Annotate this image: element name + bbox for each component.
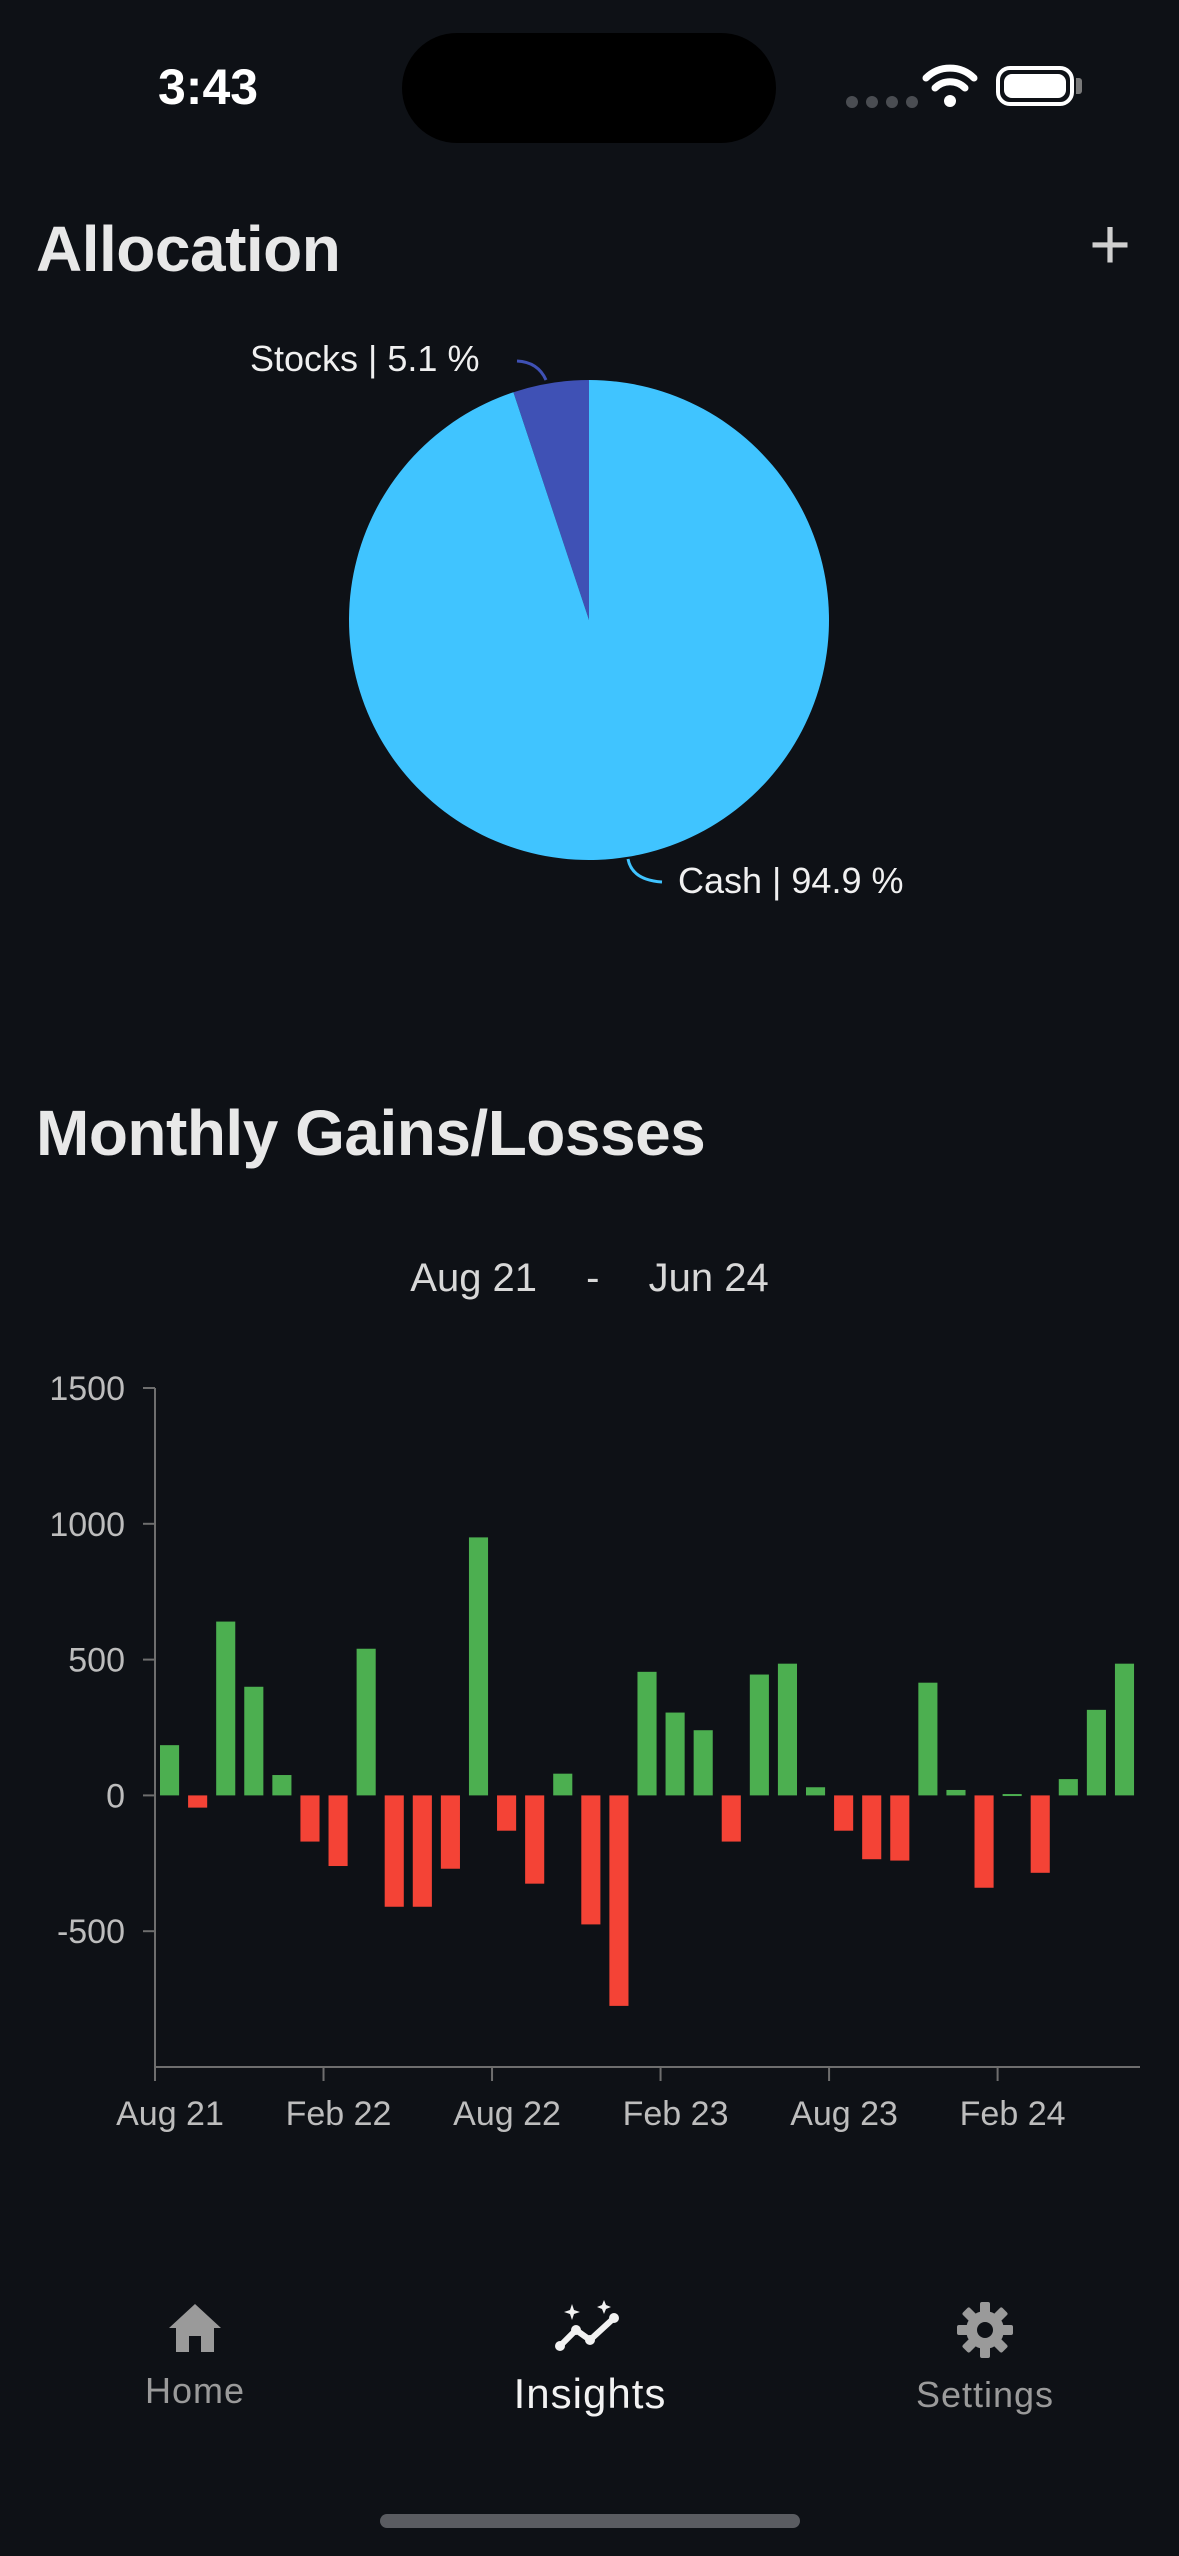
- bar-oct-23[interactable]: [890, 1795, 910, 1861]
- range-start[interactable]: Aug 21: [410, 1256, 537, 1301]
- bar-mar-24[interactable]: [1030, 1795, 1050, 1873]
- add-button[interactable]: +: [1080, 209, 1140, 282]
- bar-mar-23[interactable]: [693, 1730, 713, 1796]
- tab-settings-label: Settings: [915, 2374, 1055, 2415]
- bar-jan-23[interactable]: [637, 1671, 657, 1796]
- tab-home[interactable]: Home: [120, 2300, 270, 2412]
- monthly-gains-title: Monthly Gains/Losses: [36, 1097, 706, 1169]
- bar-sep-21[interactable]: [188, 1795, 208, 1808]
- bar-nov-21[interactable]: [244, 1686, 264, 1796]
- y-tick-label: 1500: [49, 1370, 125, 1408]
- bar-may-23[interactable]: [749, 1674, 769, 1796]
- bar-may-24[interactable]: [1086, 1709, 1106, 1796]
- battery-tip: [1076, 78, 1082, 94]
- bar-apr-24[interactable]: [1058, 1779, 1078, 1796]
- bar-nov-22[interactable]: [581, 1795, 601, 1925]
- bar-apr-23[interactable]: [721, 1795, 741, 1842]
- x-tick-label: Aug 21: [116, 2095, 224, 2133]
- x-tick-label: Aug 23: [790, 2095, 898, 2133]
- bar-jun-23[interactable]: [777, 1663, 798, 1796]
- cash-slice-label: Cash | 94.9 %: [678, 860, 904, 901]
- bar-oct-22[interactable]: [553, 1773, 573, 1796]
- bar-sep-23[interactable]: [862, 1795, 882, 1860]
- bar-aug-22[interactable]: [497, 1795, 517, 1831]
- bar-feb-22[interactable]: [328, 1795, 348, 1867]
- bar-jun-24[interactable]: [1114, 1663, 1135, 1796]
- y-tick-label: -500: [57, 1913, 125, 1951]
- cellular-signal-icon: [846, 96, 918, 108]
- bar-oct-21[interactable]: [216, 1621, 236, 1796]
- bar-mar-22[interactable]: [356, 1648, 376, 1796]
- bar-aug-21[interactable]: [160, 1745, 180, 1796]
- x-tick-label: Feb 24: [960, 2095, 1066, 2133]
- cash-leader-line: [626, 858, 663, 884]
- insights-icon: [555, 2300, 619, 2351]
- pie-slice-cash[interactable]: [349, 380, 830, 861]
- tab-insights[interactable]: Insights: [480, 2300, 700, 2418]
- home-icon: [169, 2304, 221, 2352]
- y-tick-label: 1000: [49, 1506, 125, 1544]
- bar-dec-21[interactable]: [272, 1775, 292, 1796]
- battery-icon: [996, 66, 1074, 106]
- date-range-selector[interactable]: Aug 21 - Jun 24: [0, 1256, 1179, 1301]
- bar-jan-24[interactable]: [974, 1795, 994, 1888]
- range-end[interactable]: Jun 24: [649, 1256, 769, 1301]
- y-tick-label: 0: [106, 1777, 125, 1815]
- bar-aug-23[interactable]: [834, 1795, 854, 1831]
- bar-feb-24[interactable]: [1002, 1794, 1022, 1797]
- monthly-gains-bar-chart: 1500 1000 500 0 -500 Aug 21 Feb 22 Aug 22 Feb 23…: [49, 1370, 1140, 2133]
- status-time: 3:43: [158, 59, 259, 115]
- gear-icon: [957, 2302, 1013, 2358]
- wifi-icon: [922, 64, 978, 107]
- allocation-pie-chart: [349, 359, 830, 884]
- bar-feb-23[interactable]: [665, 1712, 685, 1796]
- bar-jul-22[interactable]: [468, 1537, 489, 1796]
- bar-nov-23[interactable]: [918, 1682, 938, 1796]
- dynamic-island: [402, 33, 776, 143]
- bar-sep-22[interactable]: [525, 1795, 545, 1884]
- tab-settings[interactable]: Settings: [890, 2300, 1080, 2416]
- bar-apr-22[interactable]: [384, 1795, 404, 1907]
- stocks-leader-line: [516, 359, 548, 381]
- range-separator: -: [586, 1256, 600, 1300]
- x-tick-label: Feb 22: [286, 2095, 392, 2133]
- x-tick-label: Feb 23: [623, 2095, 729, 2133]
- home-indicator: [380, 2514, 800, 2528]
- tab-insights-label: Insights: [513, 2370, 667, 2417]
- bar-may-22[interactable]: [412, 1795, 432, 1907]
- bar-dec-23[interactable]: [946, 1789, 966, 1796]
- stocks-slice-label: Stocks | 5.1 %: [250, 338, 480, 379]
- y-tick-label: 500: [68, 1642, 125, 1680]
- bar-jul-23[interactable]: [805, 1787, 826, 1796]
- bar-dec-22[interactable]: [609, 1795, 629, 2006]
- bar-jan-22[interactable]: [300, 1795, 320, 1842]
- allocation-title: Allocation: [36, 213, 341, 285]
- x-tick-label: Aug 22: [453, 2095, 561, 2133]
- tab-home-label: Home: [144, 2370, 246, 2411]
- bar-jun-22[interactable]: [440, 1795, 460, 1869]
